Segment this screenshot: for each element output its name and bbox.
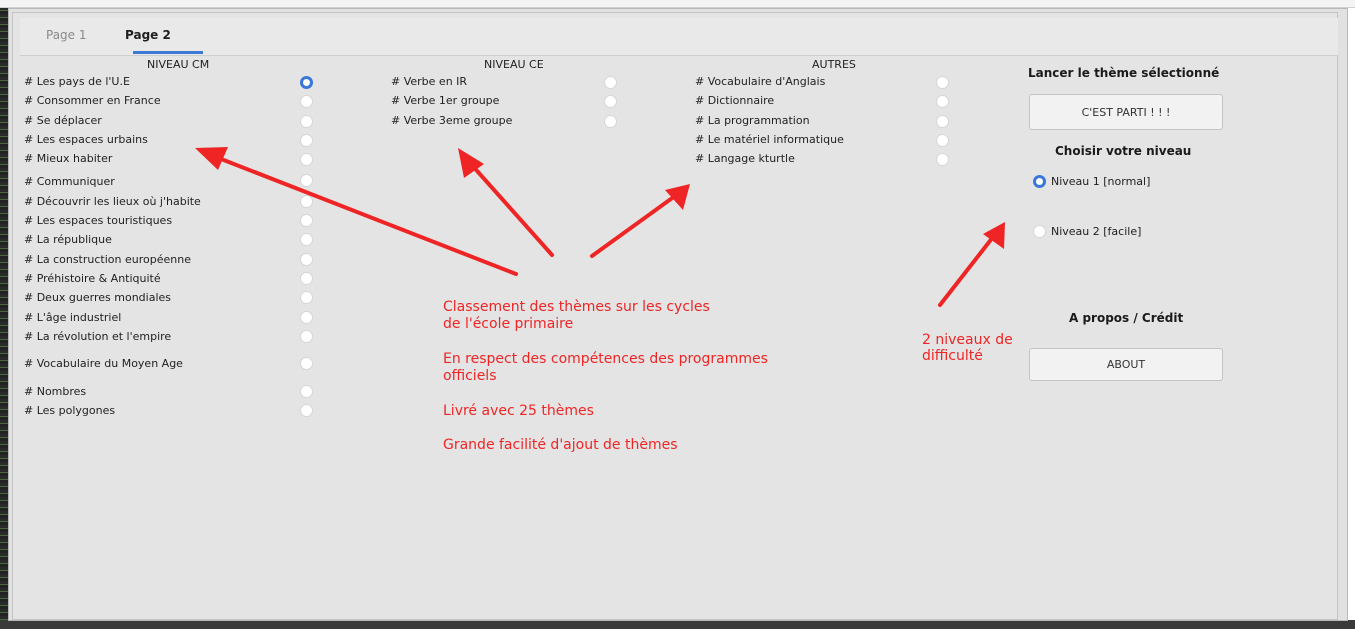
theme-label: # Vocabulaire d'Anglais [695,75,826,88]
theme-label: # Le matériel informatique [695,133,844,146]
theme-radio[interactable] [300,153,313,166]
header-niveau-cm: NIVEAU CM [147,58,210,71]
theme-radio[interactable] [936,115,949,128]
level-title: Choisir votre niveau [1055,144,1192,158]
theme-radio[interactable] [300,311,313,324]
level-2-label: Niveau 2 [facile] [1051,225,1142,238]
theme-label: # Dictionnaire [695,94,775,107]
annotation-text: Livré avec 25 thèmes [443,403,594,419]
start-button[interactable]: C'EST PARTI ! ! ! [1029,94,1223,130]
theme-label: # La révolution et l'empire [24,330,172,343]
annotation-text: Classement des thèmes sur les cycles [443,299,710,315]
theme-label: # Les pays de l'U.E [24,75,130,88]
theme-radio[interactable] [300,214,313,227]
about-button[interactable]: ABOUT [1029,348,1223,381]
theme-radio[interactable] [300,195,313,208]
window-titlebar [0,0,1355,8]
header-autres: AUTRES [812,58,856,71]
theme-radio[interactable] [300,291,313,304]
theme-label: # Découvrir les lieux où j'habite [24,195,201,208]
theme-radio[interactable] [936,134,949,147]
theme-label: # Deux guerres mondiales [24,291,172,304]
theme-label: # La république [24,233,112,246]
tab-bar: Page 1 Page 2 [20,18,1338,56]
annotation-text: officiels [443,368,497,384]
theme-label: # Préhistoire & Antiquité [24,272,161,285]
theme-radio[interactable] [300,272,313,285]
theme-label: # Langage kturtle [695,152,795,165]
theme-radio[interactable] [300,115,313,128]
theme-label: # Consommer en France [24,94,161,107]
tab-page-2[interactable]: Page 2 [121,28,175,42]
theme-radio[interactable] [300,134,313,147]
theme-radio[interactable] [604,115,617,128]
theme-label: # Verbe 1er groupe [391,94,500,107]
theme-radio[interactable] [300,330,313,343]
annotation-levels-note: 2 niveaux de [922,332,1013,348]
theme-radio[interactable] [300,253,313,266]
background-terminal-bottom [0,620,1355,629]
theme-label: # Verbe en IR [391,75,468,88]
tab-page-1[interactable]: Page 1 [42,28,91,42]
theme-label: # La programmation [695,114,810,127]
theme-label: # Les espaces touristiques [24,214,173,227]
theme-label: # Vocabulaire du Moyen Age [24,357,183,370]
theme-radio[interactable] [936,95,949,108]
theme-label: # Les espaces urbains [24,133,148,146]
theme-label: # Verbe 3eme groupe [391,114,513,127]
theme-radio[interactable] [300,233,313,246]
annotation-levels-note: difficulté [922,348,983,364]
annotation-text: de l'école primaire [443,316,574,332]
about-title: A propos / Crédit [1069,311,1184,325]
theme-radio[interactable] [300,95,313,108]
theme-label: # Nombres [24,385,87,398]
level-1-radio[interactable] [1033,175,1046,188]
header-niveau-ce: NIVEAU CE [484,58,544,71]
theme-label: # La construction européenne [24,253,191,266]
theme-radio[interactable] [300,174,313,187]
annotation-text: Grande facilité d'ajout de thèmes [443,437,678,453]
theme-radio[interactable] [604,76,617,89]
active-tab-indicator [133,51,203,54]
theme-radio[interactable] [300,404,313,417]
theme-label: # Communiquer [24,175,115,188]
theme-label: # Se déplacer [24,114,102,127]
theme-radio[interactable] [936,76,949,89]
theme-radio[interactable] [936,153,949,166]
theme-label: # Les polygones [24,404,116,417]
level-2-radio[interactable] [1033,225,1046,238]
theme-radio[interactable] [604,95,617,108]
theme-label: # L'âge industriel [24,311,122,324]
theme-radio[interactable] [300,76,313,89]
background-terminal-strip [0,0,8,629]
theme-radio[interactable] [300,357,313,370]
level-1-label: Niveau 1 [normal] [1051,175,1151,188]
theme-radio[interactable] [300,385,313,398]
annotation-text: En respect des compétences des programme… [443,351,768,367]
launch-title: Lancer le thème sélectionné [1028,66,1220,80]
theme-label: # Mieux habiter [24,152,113,165]
